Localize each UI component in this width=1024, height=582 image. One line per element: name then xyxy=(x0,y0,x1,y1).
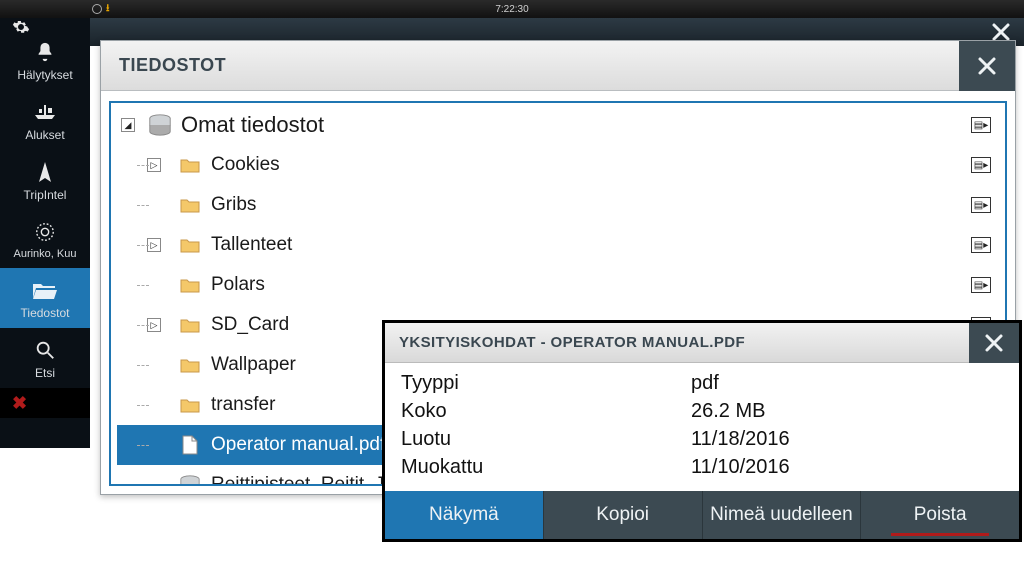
details-value: 11/10/2016 xyxy=(691,456,790,479)
tree-folder[interactable]: Polars ▤▸ xyxy=(117,265,999,305)
tree-folder[interactable]: Gribs ▤▸ xyxy=(117,185,999,225)
view-button[interactable]: Näkymä xyxy=(385,491,544,539)
sidebar-item-label: Aurinko, Kuu xyxy=(14,248,77,260)
files-window-titlebar: TIEDOSTOT xyxy=(101,41,1015,91)
network-icon xyxy=(92,4,102,14)
tree-node-label: Wallpaper xyxy=(211,354,296,376)
details-row: Koko26.2 MB xyxy=(401,397,1003,425)
close-icon xyxy=(983,332,1005,354)
folder-icon xyxy=(177,357,203,373)
files-window-close-button[interactable] xyxy=(959,41,1015,91)
details-button[interactable]: ▤▸ xyxy=(971,117,991,133)
expand-toggle[interactable]: ▷ xyxy=(147,318,161,332)
tree-node-label: Gribs xyxy=(211,194,256,216)
details-dialog: YKSITYISKOHDAT - OPERATOR MANUAL.PDF Tyy… xyxy=(382,320,1022,542)
delete-button[interactable]: Poista xyxy=(861,491,1019,539)
files-window-title: TIEDOSTOT xyxy=(119,55,226,76)
tree-node-label: Tallenteet xyxy=(211,234,292,256)
sidebar-item-label: Tiedostot xyxy=(21,306,70,320)
details-value: 11/18/2016 xyxy=(691,428,790,451)
details-titlebar: YKSITYISKOHDAT - OPERATOR MANUAL.PDF xyxy=(385,323,1019,363)
tree-node-label: transfer xyxy=(211,394,275,416)
folder-icon xyxy=(177,397,203,413)
folder-icon xyxy=(177,237,203,253)
collapse-toggle[interactable]: ◢ xyxy=(121,118,135,132)
tree-node-label: Polars xyxy=(211,274,265,296)
details-value: 26.2 MB xyxy=(691,400,765,423)
folder-icon xyxy=(177,157,203,173)
details-key: Koko xyxy=(401,400,691,423)
bell-icon xyxy=(34,40,56,64)
details-key: Luotu xyxy=(401,428,691,451)
sidebar-item-label: TripIntel xyxy=(24,188,67,202)
details-value: pdf xyxy=(691,372,719,395)
sidebar-item-label: Hälytykset xyxy=(17,68,72,82)
ship-icon xyxy=(33,100,57,124)
sidebar: Hälytykset Alukset TripIntel Aurinko, Ku… xyxy=(0,18,90,448)
details-button[interactable]: ▤▸ xyxy=(971,157,991,173)
sidebar-item-search[interactable]: Etsi xyxy=(0,328,90,388)
sidebar-item-tripintel[interactable]: TripIntel xyxy=(0,150,90,210)
details-close-button[interactable] xyxy=(969,323,1019,363)
details-button[interactable]: ▤▸ xyxy=(971,277,991,293)
status-bar: ⭳ 7:22:30 xyxy=(0,0,1024,18)
folder-open-icon xyxy=(32,278,58,302)
tree-node-label: Omat tiedostot xyxy=(181,112,324,138)
file-icon xyxy=(177,435,203,455)
sidebar-item-vessels[interactable]: Alukset xyxy=(0,90,90,150)
details-button[interactable]: ▤▸ xyxy=(971,197,991,213)
details-row: Muokattu11/10/2016 xyxy=(401,453,1003,481)
expand-toggle[interactable]: ▷ xyxy=(147,238,161,252)
folder-icon xyxy=(177,277,203,293)
close-icon xyxy=(976,55,998,77)
tree-node-label: Cookies xyxy=(211,154,280,176)
copy-button[interactable]: Kopioi xyxy=(544,491,703,539)
details-key: Tyyppi xyxy=(401,372,691,395)
sidebar-item-label: Alukset xyxy=(25,128,64,142)
tree-folder[interactable]: ▷ Tallenteet ▤▸ xyxy=(117,225,999,265)
download-icon: ⭳ xyxy=(106,1,110,18)
sun-icon xyxy=(34,220,56,244)
sidebar-item-alerts[interactable]: Hälytykset xyxy=(0,30,90,90)
tree-node-label: SD_Card xyxy=(211,314,289,336)
settings-gear-icon[interactable] xyxy=(0,18,90,30)
details-row: Tyyppipdf xyxy=(401,369,1003,397)
database-icon xyxy=(147,113,173,137)
tree-root[interactable]: ◢ Omat tiedostot ▤▸ xyxy=(117,105,999,145)
tree-folder[interactable]: ▷ Cookies ▤▸ xyxy=(117,145,999,185)
details-row: Luotu11/18/2016 xyxy=(401,425,1003,453)
magnifier-icon xyxy=(34,338,56,362)
sidebar-item-label: Etsi xyxy=(35,366,55,380)
compass-icon xyxy=(35,160,55,184)
details-body: TyyppipdfKoko26.2 MBLuotu11/18/2016Muoka… xyxy=(385,363,1019,481)
details-title: YKSITYISKOHDAT - OPERATOR MANUAL.PDF xyxy=(399,334,745,351)
tree-node-label: Operator manual.pdf xyxy=(211,434,385,456)
details-actions: Näkymä Kopioi Nimeä uudelleen Poista xyxy=(385,491,1019,539)
database-icon xyxy=(177,475,203,486)
folder-icon xyxy=(177,317,203,333)
sidebar-item-sunmoon[interactable]: Aurinko, Kuu xyxy=(0,210,90,268)
folder-icon xyxy=(177,197,203,213)
sidebar-item-files[interactable]: Tiedostot xyxy=(0,268,90,328)
sidebar-dismiss-button[interactable]: ✖ xyxy=(0,388,90,418)
details-button[interactable]: ▤▸ xyxy=(971,237,991,253)
clock: 7:22:30 xyxy=(495,4,528,15)
details-key: Muokattu xyxy=(401,456,691,479)
rename-button[interactable]: Nimeä uudelleen xyxy=(703,491,862,539)
expand-toggle[interactable]: ▷ xyxy=(147,158,161,172)
